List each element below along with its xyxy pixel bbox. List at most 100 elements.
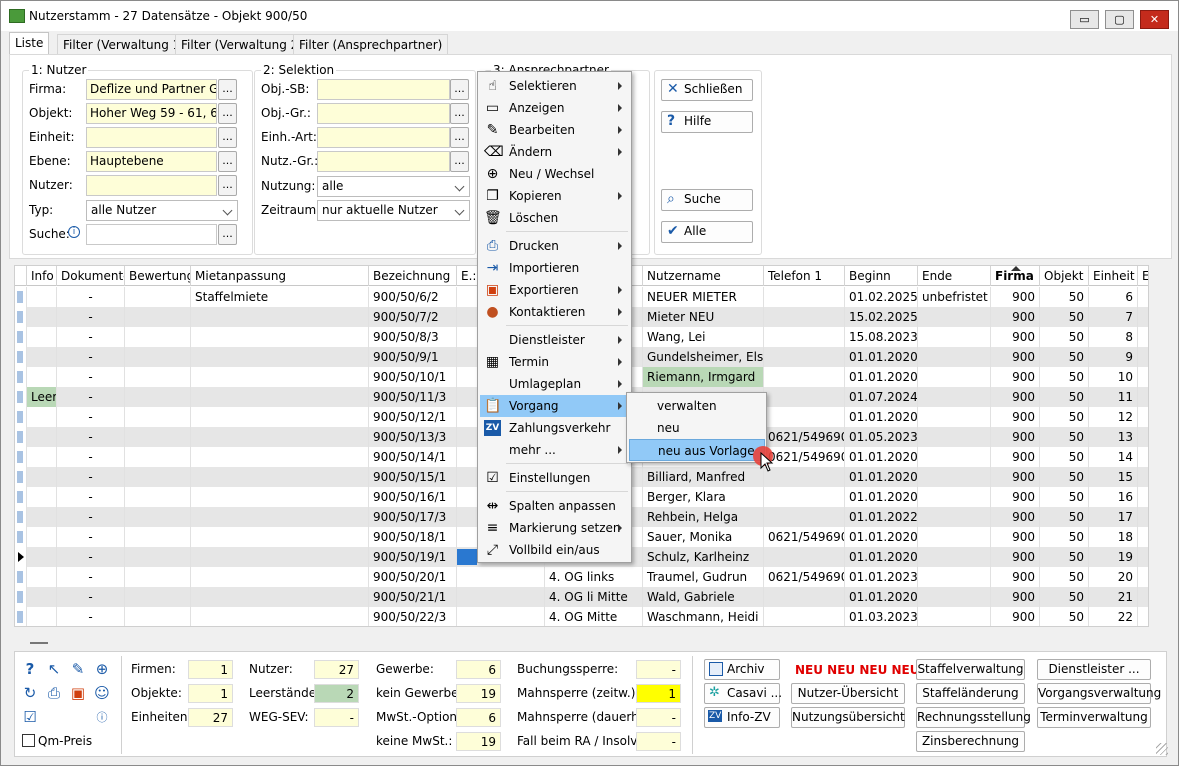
submenu-neu-aus-vorlage[interactable]: neu aus Vorlage [629,439,765,461]
cell-ende[interactable] [918,347,991,367]
cell-beginn[interactable]: 15.02.2025 [845,307,918,327]
cell-mietanp[interactable] [191,567,369,587]
cell-dok[interactable]: - [57,467,125,487]
cell-mietanp[interactable] [191,587,369,607]
cell-info[interactable] [27,327,57,347]
office-icon[interactable]: ▣ [69,684,87,702]
cell-empty[interactable] [125,487,191,507]
cell-objekt[interactable]: 50 [1040,547,1089,567]
menu-item-drucken[interactable]: ⎙ Drucken [480,235,630,257]
cell-objekt[interactable]: 50 [1040,507,1089,527]
add-icon[interactable]: ⊕ [93,660,111,678]
maximize-button[interactable]: ▢ [1105,10,1134,29]
cell-name[interactable]: Riemann, Irmgard [643,367,764,387]
col-ei[interactable]: Ei [1138,266,1148,286]
cell-info[interactable] [27,507,57,527]
cell-bez[interactable]: 900/50/9/1 [369,347,457,367]
cell-objekt[interactable]: 50 [1040,327,1089,347]
cell-name[interactable]: Mieter NEU [643,307,764,327]
cell-firma[interactable]: 900 [991,467,1040,487]
cell-objekt[interactable]: 50 [1040,527,1089,547]
cell-empty[interactable] [125,607,191,626]
cell-tel[interactable] [764,507,845,527]
cell-beginn[interactable]: 01.01.2020 [845,367,918,387]
menu-item-kontaktieren[interactable]: ● Kontaktieren [480,301,630,323]
qm-preis-checkbox[interactable] [22,734,35,747]
cell-info[interactable] [27,587,57,607]
cell-objekt[interactable]: 50 [1040,607,1089,626]
info-zv-button[interactable]: ZV Info-ZV [704,707,780,728]
schliessen-button[interactable]: ✕ Schließen [661,79,753,101]
cell-name[interactable]: Billiard, Manfred [643,467,764,487]
cell-bez[interactable]: 900/50/16/1 [369,487,457,507]
cell-info[interactable] [27,467,57,487]
cell-ende[interactable] [918,427,991,447]
cell-mietanp[interactable] [191,307,369,327]
typ-select[interactable]: alle Nutzer [86,200,238,221]
terminverwaltung-button[interactable]: Terminverwaltung [1037,707,1151,728]
menu-item-löschen[interactable]: 🗑 Löschen [480,207,630,229]
cell-name[interactable]: Gundelsheimer, Else [643,347,764,367]
nutzung-select[interactable]: alle [317,176,470,197]
cell-bez[interactable]: 900/50/11/3 [369,387,457,407]
cell-dok[interactable]: - [57,607,125,626]
cell-dok[interactable]: - [57,307,125,327]
cell-mietanp[interactable] [191,407,369,427]
cell-dok[interactable]: - [57,427,125,447]
cell-tel[interactable] [764,487,845,507]
cell-bez[interactable]: 900/50/10/1 [369,367,457,387]
info-circle-icon[interactable]: ⓘ [93,709,111,727]
cell-bez[interactable]: 900/50/14/1 [369,447,457,467]
checklist-icon[interactable]: ☑ [21,708,39,726]
tab-filter-ansprechpartner[interactable]: Filter (Ansprechpartner) [293,34,449,54]
cell-info[interactable] [27,307,57,327]
user-icon[interactable]: ☺ [93,684,111,702]
menu-item-anzeigen[interactable]: ▭ Anzeigen [480,97,630,119]
cell-bez[interactable]: 900/50/17/3 [369,507,457,527]
cell-objekt[interactable]: 50 [1040,287,1089,307]
cell-info[interactable] [27,567,57,587]
cell-bez[interactable]: 900/50/8/3 [369,327,457,347]
cell-einheit[interactable]: 13 [1089,427,1138,447]
table-row[interactable]: - 900/50/20/1 4. OG links Traumel, Gudrun 06… [15,567,1148,587]
firma-field[interactable]: Deflize und Partner GmbH [86,79,217,100]
nutzer-field[interactable] [86,175,217,196]
cell-beginn[interactable]: 01.01.2020 [845,487,918,507]
staffelverwaltung-button[interactable]: Staffelverwaltung [916,659,1025,680]
cell-objekt[interactable]: 50 [1040,427,1089,447]
cell-firma[interactable]: 900 [991,287,1040,307]
col-bezeichnung[interactable]: Bezeichnung [369,266,457,286]
cell-dok[interactable]: - [57,527,125,547]
casavi-button[interactable]: ✲ Casavi ... [704,683,782,704]
cell-bez[interactable]: 900/50/18/1 [369,527,457,547]
cell-objekt[interactable]: 50 [1040,487,1089,507]
menu-item-dienstleister[interactable]: Dienstleister [480,329,630,351]
cell-ende[interactable] [918,607,991,626]
cell-info[interactable] [27,407,57,427]
cell-info[interactable] [27,607,57,626]
suche-browse-button[interactable]: ... [218,224,237,245]
cell-objekt[interactable]: 50 [1040,347,1089,367]
help-icon[interactable]: ? [21,660,39,678]
cell-mietanp[interactable] [191,507,369,527]
cell-tel[interactable] [764,347,845,367]
cell-beginn[interactable]: 01.02.2025 [845,287,918,307]
cell-lage[interactable]: 4. OG links [545,567,643,587]
cell-name[interactable]: Berger, Klara [643,487,764,507]
cell-mietanp[interactable] [191,427,369,447]
cell-mietanp[interactable] [191,607,369,626]
menu-item-kopieren[interactable]: ❐ Kopieren [480,185,630,207]
cell-beginn[interactable]: 01.01.2020 [845,407,918,427]
cell-info[interactable] [27,527,57,547]
zeitraum-select[interactable]: nur aktuelle Nutzer [317,200,470,221]
col-mietanpassung[interactable]: Mietanpassung [191,266,369,286]
suche-button[interactable]: ⌕ Suche [661,189,753,211]
cell-empty[interactable] [125,547,191,567]
cell-empty[interactable] [125,367,191,387]
cell-ende[interactable] [918,487,991,507]
cell-tel[interactable] [764,587,845,607]
row-selector[interactable] [15,567,27,587]
cell-ende[interactable] [918,527,991,547]
col-telefon[interactable]: Telefon 1 [764,266,845,286]
cell-objekt[interactable]: 50 [1040,567,1089,587]
